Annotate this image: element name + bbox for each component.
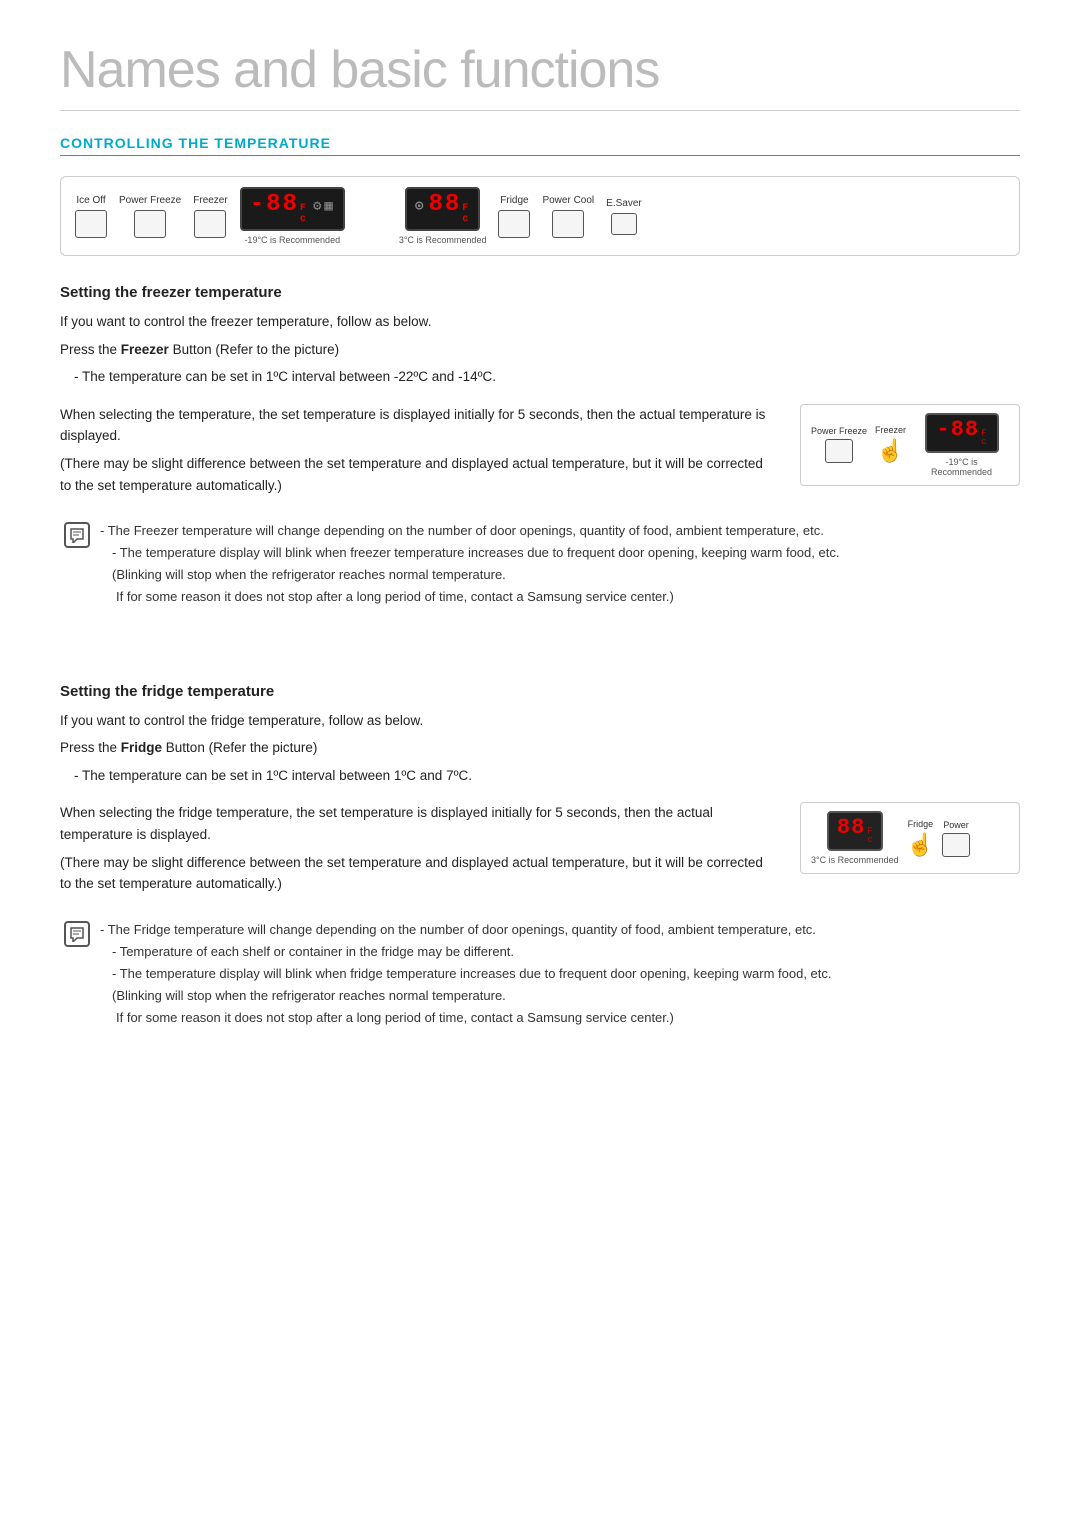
fridge-unit-f: F: [462, 203, 470, 214]
freezer-section-title: Setting the freezer temperature: [60, 284, 1020, 301]
mini-power-freeze-label: Power Freeze: [811, 426, 867, 436]
note-icon-freezer: [64, 522, 90, 548]
freezer-paren-text: (There may be slight difference between …: [60, 453, 776, 496]
power-freeze-button: [134, 210, 166, 238]
freezer-recommend: -19°C is Recommended: [244, 235, 340, 245]
fridge-recommend: 3°C is Recommended: [399, 235, 487, 245]
mini-power-freeze-col: Power Freeze: [811, 426, 867, 463]
mini-freezer-label: Freezer: [875, 425, 906, 435]
fridge-temp-range: - The temperature can be set in 1ºC inte…: [74, 765, 1020, 787]
freezer-intro: If you want to control the freezer tempe…: [60, 311, 1020, 333]
freezer-notes-text: - The Freezer temperature will change de…: [100, 520, 1020, 608]
power-freeze-label: Power Freeze: [119, 195, 181, 206]
gear-icon: ⚙: [313, 198, 323, 215]
fridge-led-display: ⊙ 88 F c: [405, 187, 480, 231]
mini-fridge-led: 88 F c: [827, 811, 883, 851]
panel-group-power-freeze: Power Freeze: [119, 195, 181, 238]
page-title: Names and basic functions: [60, 40, 1020, 111]
freezer-unit-f: F: [300, 203, 308, 214]
fridge-intro: If you want to control the fridge temper…: [60, 710, 1020, 732]
mini-power-freeze-button: [825, 439, 853, 463]
panel-group-power-cool: Power Cool: [542, 195, 594, 238]
click-icon: ☝: [877, 438, 904, 464]
freezer-note-block: - The Freezer temperature will change de…: [60, 520, 1020, 608]
mini-fridge-temp: 88: [837, 817, 865, 839]
freezer-mini-panel: Power Freeze Freezer ☝ -88 F c: [800, 404, 1020, 486]
fridge-temp-value: 88: [428, 193, 461, 217]
fridge-section-title: Setting the fridge temperature: [60, 683, 1020, 700]
freezer-label: Freezer: [193, 195, 227, 206]
panel-group-freezer: Freezer: [193, 195, 227, 238]
power-cool-label: Power Cool: [542, 195, 594, 206]
fridge-button: [498, 210, 530, 238]
freezer-two-col: When selecting the temperature, the set …: [60, 404, 1020, 502]
mini-freezer-recommend: -19°C is Recommended: [914, 457, 1009, 477]
fridge-display-group: ⊙ 88 F c 3°C is Recommended: [399, 187, 487, 245]
esaver-button: [611, 213, 637, 235]
mini-fridge-btn-col: Fridge ☝: [907, 819, 934, 858]
mini-freezer-col: Freezer ☝: [875, 425, 906, 464]
fridge-mini-panel: 88 F c 3°C is Recommended Fridge ☝: [800, 802, 1020, 874]
freezer-when-text: When selecting the temperature, the set …: [60, 404, 776, 447]
mini-power-button: [942, 833, 970, 857]
fridge-diagram-col: 88 F c 3°C is Recommended Fridge ☝: [800, 802, 1020, 874]
fridge-label: Fridge: [500, 195, 528, 206]
section-header: CONTROLLING THE TEMPERATURE: [60, 135, 1020, 156]
fridge-notes-text: - The Fridge temperature will change dep…: [100, 919, 1020, 1029]
esaver-label: E.Saver: [606, 198, 642, 209]
power-cool-button: [552, 210, 584, 238]
panel-group-fridge: Fridge: [498, 195, 530, 238]
freezer-led-display: -88 F c ⚙ ▦: [240, 187, 345, 231]
freezer-press-line: Press the Freezer Button (Refer to the p…: [60, 339, 1020, 361]
freezer-display-group: -88 F c ⚙ ▦ -19°C is Recommended: [240, 187, 345, 245]
freezer-diagram-col: Power Freeze Freezer ☝ -88 F c: [800, 404, 1020, 486]
freezer-temp-range: - The temperature can be set in 1ºC inte…: [74, 366, 1020, 388]
mini-freezer-display-col: -88 F c -19°C is Recommended: [914, 413, 1009, 477]
freezer-unit-c: c: [300, 214, 308, 225]
ice-off-label: Ice Off: [76, 195, 105, 206]
freezer-button: [194, 210, 226, 238]
fridge-press-line: Press the Fridge Button (Refer the pictu…: [60, 737, 1020, 759]
click-icon-fridge: ☝: [907, 832, 934, 858]
control-panel-diagram: Ice Off Power Freeze Freezer -88 F c ⚙ ▦: [60, 176, 1020, 256]
fridge-unit-c: c: [462, 214, 470, 225]
fridge-two-col: When selecting the fridge temperature, t…: [60, 802, 1020, 900]
mini-power-col: Power: [942, 820, 970, 857]
freezer-text-col: When selecting the temperature, the set …: [60, 404, 776, 502]
ice-off-button: [75, 210, 107, 238]
mini-fridge-display-col: 88 F c 3°C is Recommended: [811, 811, 899, 865]
fridge-paren-text: (There may be slight difference between …: [60, 852, 776, 895]
mini-freezer-temp: -88: [937, 419, 980, 441]
freezer-section: Setting the freezer temperature If you w…: [60, 284, 1020, 609]
camera-icon: ⊙: [415, 198, 425, 215]
fridge-note-block: - The Fridge temperature will change dep…: [60, 919, 1020, 1029]
freezer-temp-value: -88: [250, 193, 299, 217]
grid-icon: ▦: [324, 198, 334, 215]
panel-group-ice-off: Ice Off: [75, 195, 107, 238]
mini-fridge-recommend: 3°C is Recommended: [811, 855, 899, 865]
note-icon-fridge: [64, 921, 90, 947]
mini-power-label: Power: [943, 820, 969, 830]
mini-freezer-led: -88 F c: [925, 413, 999, 453]
fridge-when-text: When selecting the fridge temperature, t…: [60, 802, 776, 845]
fridge-section: Setting the fridge temperature If you wa…: [60, 683, 1020, 1030]
panel-group-esaver: E.Saver: [606, 198, 642, 235]
fridge-text-col: When selecting the fridge temperature, t…: [60, 802, 776, 900]
mini-fridge-label: Fridge: [908, 819, 934, 829]
